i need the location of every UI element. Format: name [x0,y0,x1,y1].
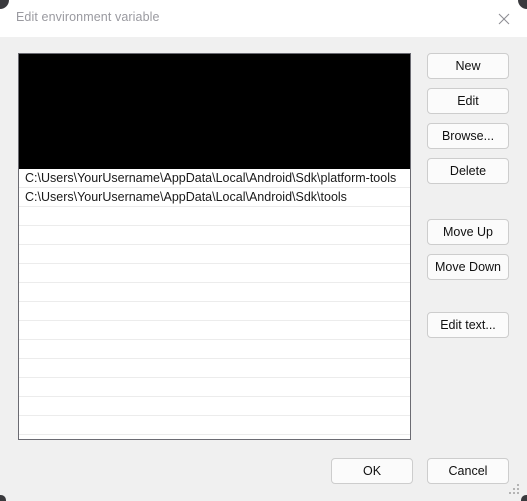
list-item-empty[interactable] [19,283,410,302]
list-item-empty[interactable] [19,416,410,435]
list-item[interactable]: C:\Users\YourUsername\AppData\Local\Andr… [19,188,410,207]
redacted-region [19,54,410,169]
close-button[interactable] [482,0,527,37]
edit-environment-variable-dialog: Edit environment variable C:\Users\YourU… [0,0,527,501]
path-list[interactable]: C:\Users\YourUsername\AppData\Local\Andr… [18,53,411,440]
move-up-button[interactable]: Move Up [427,219,509,245]
list-item-empty[interactable] [19,378,410,397]
list-item-empty[interactable] [19,226,410,245]
list-item-empty[interactable] [19,435,410,439]
list-item-empty[interactable] [19,245,410,264]
list-item-empty[interactable] [19,359,410,378]
list-item-empty[interactable] [19,264,410,283]
list-item-empty[interactable] [19,321,410,340]
ok-button[interactable]: OK [331,458,413,484]
delete-button[interactable]: Delete [427,158,509,184]
move-down-button[interactable]: Move Down [427,254,509,280]
list-item-empty[interactable] [19,397,410,416]
list-item-empty[interactable] [19,302,410,321]
dialog-title: Edit environment variable [16,10,160,24]
edit-text-button[interactable]: Edit text... [427,312,509,338]
cancel-button[interactable]: Cancel [427,458,509,484]
new-button[interactable]: New [427,53,509,79]
list-item[interactable]: C:\Users\YourUsername\AppData\Local\Andr… [19,169,410,188]
title-bar: Edit environment variable [0,0,527,37]
list-item-empty[interactable] [19,207,410,226]
path-list-rows: C:\Users\YourUsername\AppData\Local\Andr… [19,169,410,439]
resize-grip-icon[interactable] [509,484,520,495]
edit-button[interactable]: Edit [427,88,509,114]
browse-button[interactable]: Browse... [427,123,509,149]
list-item-empty[interactable] [19,340,410,359]
